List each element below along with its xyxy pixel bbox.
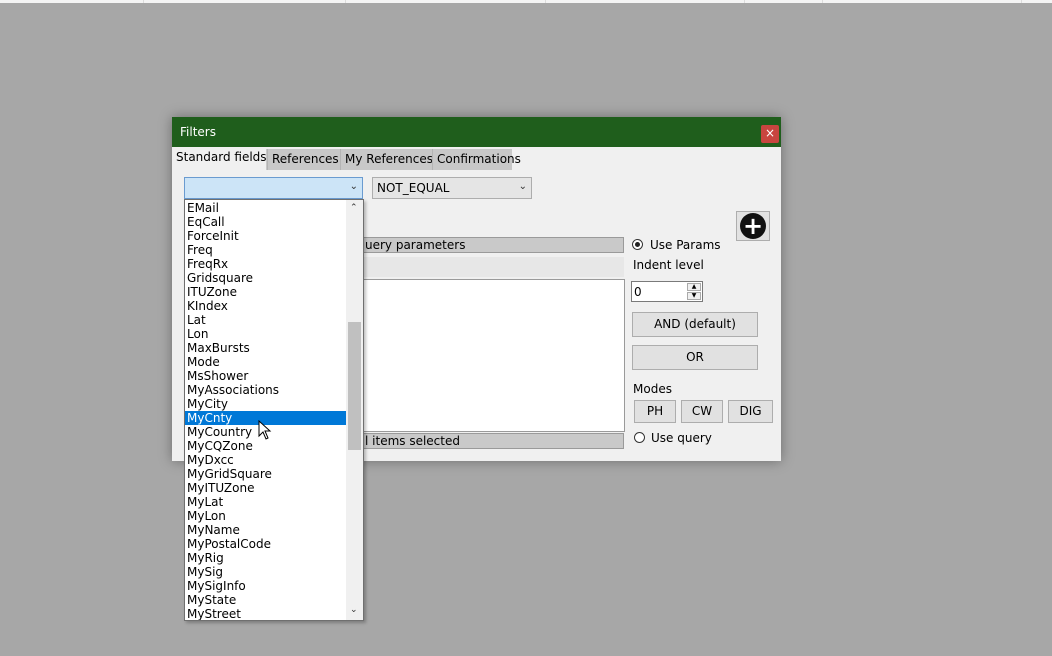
filter-value-input[interactable] — [362, 257, 624, 277]
dropdown-item[interactable]: MyRig — [185, 551, 346, 565]
indent-level-value: 0 — [634, 285, 642, 299]
dropdown-item[interactable]: MyAssociations — [185, 383, 346, 397]
dropdown-item[interactable]: EqCall — [185, 215, 346, 229]
dropdown-item[interactable]: Mode — [185, 355, 346, 369]
modes-label: Modes — [633, 382, 672, 396]
dropdown-item[interactable]: MyPostalCode — [185, 537, 346, 551]
query-parameters-header: uery parameters — [362, 237, 624, 253]
plus-circle-icon: + — [740, 213, 766, 239]
filter-list[interactable] — [362, 279, 625, 432]
dropdown-item[interactable]: MyCQZone — [185, 439, 346, 453]
mode-ph-button[interactable]: PH — [634, 400, 676, 423]
operator-select-value: NOT_EQUAL — [377, 181, 450, 195]
scroll-down-icon[interactable]: ⌄ — [350, 605, 358, 615]
mouse-cursor-icon — [258, 420, 272, 440]
dropdown-item[interactable]: MyLon — [185, 509, 346, 523]
scroll-up-icon[interactable]: ⌃ — [350, 203, 358, 213]
dropdown-item[interactable]: MyState — [185, 593, 346, 607]
background-window-edge — [0, 0, 1052, 3]
mode-cw-button[interactable]: CW — [681, 400, 723, 423]
dropdown-item[interactable]: EMail — [185, 201, 346, 215]
chevron-down-icon[interactable]: ⌄ — [350, 181, 358, 192]
dropdown-item[interactable]: MyITUZone — [185, 481, 346, 495]
dropdown-item[interactable]: FreqRx — [185, 257, 346, 271]
dropdown-item[interactable]: Freq — [185, 243, 346, 257]
use-params-label: Use Params — [650, 238, 721, 252]
dropdown-item[interactable]: MyDxcc — [185, 453, 346, 467]
operator-select[interactable]: NOT_EQUAL ⌄ — [372, 177, 532, 199]
dropdown-item[interactable]: MySigInfo — [185, 579, 346, 593]
mode-dig-button[interactable]: DIG — [728, 400, 773, 423]
tab-my-references[interactable]: My References — [340, 149, 433, 170]
dropdown-item[interactable]: MyLat — [185, 495, 346, 509]
add-filter-button[interactable]: + — [736, 211, 770, 241]
dropdown-item[interactable]: Gridsquare — [185, 271, 346, 285]
use-params-radio[interactable] — [632, 239, 643, 250]
dropdown-item[interactable]: ForceInit — [185, 229, 346, 243]
use-query-radio[interactable] — [634, 432, 645, 443]
scrollbar-thumb[interactable] — [348, 322, 361, 450]
field-dropdown-list[interactable]: EMail EqCall ForceInit Freq FreqRx Gridsquare… — [184, 199, 364, 621]
or-button[interactable]: OR — [632, 345, 758, 370]
title-bar[interactable]: Filters × — [172, 117, 781, 147]
close-button[interactable]: × — [761, 125, 779, 143]
tab-standard-fields[interactable]: Standard fields — [172, 147, 267, 170]
tab-strip: Standard fields References My References… — [172, 147, 521, 170]
dropdown-item[interactable]: MySig — [185, 565, 346, 579]
items-selected-status: l items selected — [362, 433, 624, 449]
dropdown-item[interactable]: ITUZone — [185, 285, 346, 299]
dropdown-scrollbar[interactable]: ⌃ ⌄ — [346, 200, 363, 620]
dropdown-item[interactable]: MyCity — [185, 397, 346, 411]
dropdown-item[interactable]: Lon — [185, 327, 346, 341]
dropdown-item[interactable]: KIndex — [185, 299, 346, 313]
dropdown-item[interactable]: MyStreet — [185, 607, 346, 620]
dropdown-item[interactable]: MyName — [185, 523, 346, 537]
spin-down-icon[interactable]: ▼ — [687, 292, 701, 300]
tab-confirmations[interactable]: Confirmations — [432, 149, 521, 170]
spin-up-icon[interactable]: ▲ — [687, 283, 701, 291]
indent-level-spinner[interactable]: 0 ▲ ▼ — [631, 281, 703, 302]
dropdown-item[interactable]: Lat — [185, 313, 346, 327]
dropdown-item[interactable]: MsShower — [185, 369, 346, 383]
dropdown-item[interactable]: MaxBursts — [185, 341, 346, 355]
and-button[interactable]: AND (default) — [632, 312, 758, 337]
chevron-down-icon[interactable]: ⌄ — [519, 181, 527, 192]
tab-references[interactable]: References — [267, 149, 340, 170]
use-query-label: Use query — [651, 431, 712, 445]
field-select[interactable]: ⌄ — [184, 177, 363, 199]
indent-level-label: Indent level — [633, 258, 704, 272]
dropdown-item[interactable]: MyGridSquare — [185, 467, 346, 481]
dialog-title: Filters — [180, 125, 216, 139]
